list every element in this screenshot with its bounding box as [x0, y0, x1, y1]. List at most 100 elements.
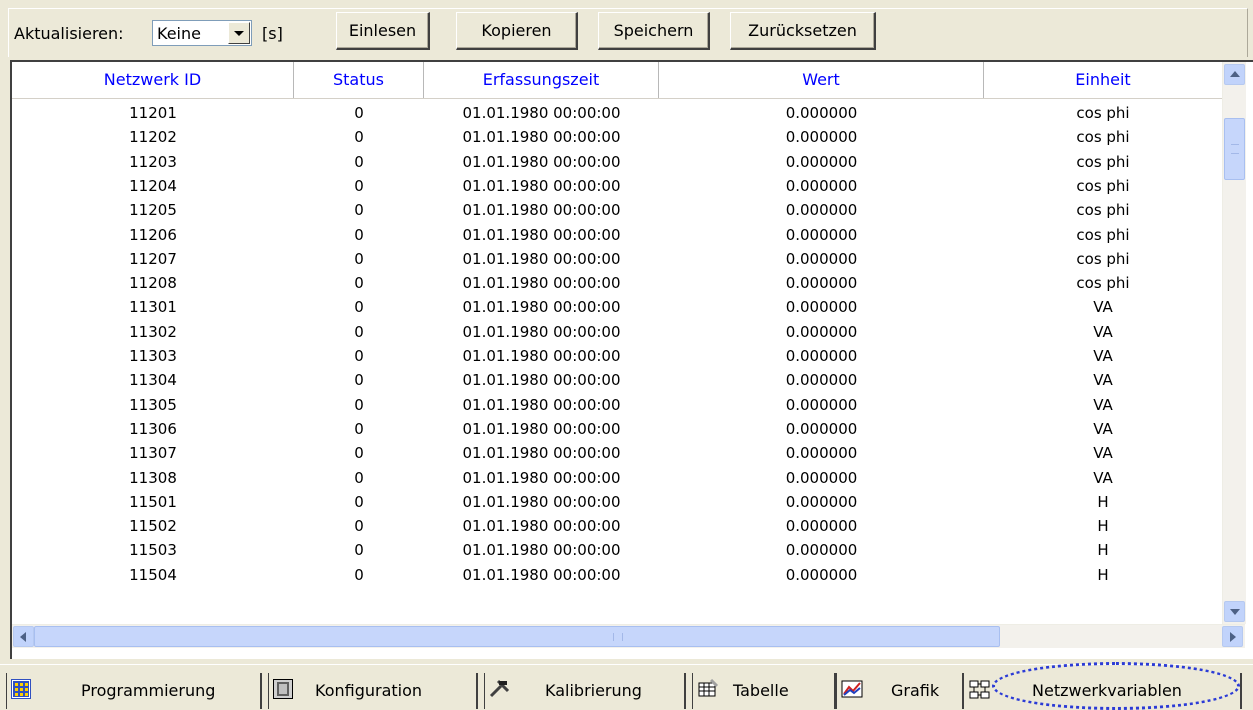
cell-status: 0: [354, 322, 364, 341]
cell-wert: 0.000000: [785, 128, 858, 147]
cell-wert: 0.000000: [785, 371, 858, 390]
cell-netzwerk-id: 11206: [129, 225, 177, 244]
tab-label: Programmierung: [81, 681, 216, 700]
table-row[interactable]: 11202 0 01.01.1980 00:00:00 0.000000 cos phi: [12, 125, 1222, 149]
tab-kalibrierung[interactable]: Kalibrierung: [484, 673, 686, 709]
grid-icon: [11, 679, 31, 699]
cell-netzwerk-id: 11504: [129, 565, 177, 584]
cell-einheit: cos phi: [1076, 225, 1130, 244]
tab-grafik[interactable]: Grafik: [836, 673, 964, 709]
cell-einheit: H: [1097, 517, 1109, 536]
cell-status: 0: [354, 128, 364, 147]
table-row[interactable]: 11504 0 01.01.1980 00:00:00 0.000000 H: [12, 563, 1222, 587]
cell-einheit: cos phi: [1076, 176, 1130, 195]
cell-wert: 0.000000: [785, 152, 858, 171]
table-row[interactable]: 11501 0 01.01.1980 00:00:00 0.000000 H: [12, 490, 1222, 514]
scroll-up-icon[interactable]: [1224, 64, 1245, 85]
cell-status: 0: [354, 249, 364, 268]
refresh-interval-select[interactable]: Keine: [152, 20, 252, 46]
cell-status: 0: [354, 468, 364, 487]
column-header-netzwerk-id[interactable]: Netzwerk ID: [12, 62, 294, 98]
cell-erfassungszeit: 01.01.1980 00:00:00: [462, 395, 621, 414]
cell-status: 0: [354, 225, 364, 244]
cell-status: 0: [354, 176, 364, 195]
table-row[interactable]: 11502 0 01.01.1980 00:00:00 0.000000 H: [12, 514, 1222, 538]
cell-erfassungszeit: 01.01.1980 00:00:00: [462, 371, 621, 390]
chart-icon: [841, 679, 863, 699]
toolbar: Aktualisieren: Keine [s] Einlesen Kopier…: [0, 0, 1253, 57]
column-header-einheit[interactable]: Einheit: [984, 62, 1222, 98]
cell-erfassungszeit: 01.01.1980 00:00:00: [462, 444, 621, 463]
cell-erfassungszeit: 01.01.1980 00:00:00: [462, 419, 621, 438]
table-row[interactable]: 11303 0 01.01.1980 00:00:00 0.000000 VA: [12, 344, 1222, 368]
chevron-down-icon[interactable]: [228, 22, 250, 44]
scroll-down-icon[interactable]: [1224, 601, 1245, 622]
cell-einheit: VA: [1093, 444, 1113, 463]
table-row[interactable]: 11201 0 01.01.1980 00:00:00 0.000000 cos phi: [12, 101, 1222, 125]
einlesen-button[interactable]: Einlesen: [336, 12, 430, 50]
cell-netzwerk-id: 11205: [129, 201, 177, 220]
cell-wert: 0.000000: [785, 298, 858, 317]
cell-status: 0: [354, 152, 364, 171]
cell-wert: 0.000000: [785, 201, 858, 220]
scroll-left-icon[interactable]: [13, 626, 34, 647]
column-header-wert[interactable]: Wert: [659, 62, 984, 98]
cell-einheit: VA: [1093, 468, 1113, 487]
cell-netzwerk-id: 11308: [129, 468, 177, 487]
horizontal-scroll-thumb[interactable]: [34, 626, 1000, 647]
cell-wert: 0.000000: [785, 565, 858, 584]
column-header-erfassungszeit[interactable]: Erfassungszeit: [424, 62, 659, 98]
cell-einheit: VA: [1093, 298, 1113, 317]
cell-erfassungszeit: 01.01.1980 00:00:00: [462, 128, 621, 147]
cell-erfassungszeit: 01.01.1980 00:00:00: [462, 249, 621, 268]
table-row[interactable]: 11306 0 01.01.1980 00:00:00 0.000000 VA: [12, 417, 1222, 441]
table-row[interactable]: 11307 0 01.01.1980 00:00:00 0.000000 VA: [12, 441, 1222, 465]
zuruecksetzen-button[interactable]: Zurücksetzen: [730, 12, 876, 50]
tab-konfiguration[interactable]: Konfiguration: [268, 673, 478, 709]
cell-netzwerk-id: 11306: [129, 419, 177, 438]
vertical-scroll-thumb[interactable]: [1224, 118, 1245, 180]
cell-erfassungszeit: 01.01.1980 00:00:00: [462, 517, 621, 536]
device-icon: [273, 679, 293, 699]
cell-einheit: VA: [1093, 322, 1113, 341]
cell-wert: 0.000000: [785, 176, 858, 195]
cell-status: 0: [354, 298, 364, 317]
horizontal-scrollbar[interactable]: [12, 624, 1245, 648]
cell-netzwerk-id: 11301: [129, 298, 177, 317]
cell-netzwerk-id: 11302: [129, 322, 177, 341]
table-row[interactable]: 11302 0 01.01.1980 00:00:00 0.000000 VA: [12, 320, 1222, 344]
network-variables-table[interactable]: Netzwerk ID Status Erfassungszeit Wert E…: [10, 60, 1253, 659]
tab-programmierung[interactable]: Programmierung: [6, 673, 262, 709]
tab-tabelle[interactable]: Tabelle: [692, 673, 836, 709]
cell-einheit: H: [1097, 565, 1109, 584]
table-row[interactable]: 11207 0 01.01.1980 00:00:00 0.000000 cos phi: [12, 247, 1222, 271]
tab-label: Kalibrierung: [545, 681, 642, 700]
cell-status: 0: [354, 541, 364, 560]
cell-netzwerk-id: 11503: [129, 541, 177, 560]
cell-einheit: VA: [1093, 347, 1113, 365]
cell-wert: 0.000000: [785, 249, 858, 268]
table-row[interactable]: 11208 0 01.01.1980 00:00:00 0.000000 cos phi: [12, 271, 1222, 295]
vertical-scrollbar[interactable]: [1222, 62, 1246, 624]
cell-erfassungszeit: 01.01.1980 00:00:00: [462, 541, 621, 560]
table-row[interactable]: 11204 0 01.01.1980 00:00:00 0.000000 cos phi: [12, 174, 1222, 198]
speichern-button[interactable]: Speichern: [598, 12, 710, 50]
cell-status: 0: [354, 565, 364, 584]
table-row[interactable]: 11308 0 01.01.1980 00:00:00 0.000000 VA: [12, 466, 1222, 490]
cell-status: 0: [354, 419, 364, 438]
cell-wert: 0.000000: [785, 274, 858, 293]
network-icon: [968, 679, 990, 699]
tab-label: Grafik: [891, 681, 940, 700]
scroll-right-icon[interactable]: [1222, 626, 1243, 647]
cell-netzwerk-id: 11304: [129, 371, 177, 390]
column-header-status[interactable]: Status: [294, 62, 424, 98]
table-row[interactable]: 11304 0 01.01.1980 00:00:00 0.000000 VA: [12, 368, 1222, 392]
kopieren-button[interactable]: Kopieren: [456, 12, 578, 50]
cell-einheit: H: [1097, 541, 1109, 560]
table-row[interactable]: 11305 0 01.01.1980 00:00:00 0.000000 VA: [12, 393, 1222, 417]
table-row[interactable]: 11503 0 01.01.1980 00:00:00 0.000000 H: [12, 538, 1222, 562]
table-row[interactable]: 11206 0 01.01.1980 00:00:00 0.000000 cos phi: [12, 223, 1222, 247]
table-row[interactable]: 11301 0 01.01.1980 00:00:00 0.000000 VA: [12, 295, 1222, 319]
table-row[interactable]: 11205 0 01.01.1980 00:00:00 0.000000 cos phi: [12, 198, 1222, 222]
table-row[interactable]: 11203 0 01.01.1980 00:00:00 0.000000 cos phi: [12, 150, 1222, 174]
